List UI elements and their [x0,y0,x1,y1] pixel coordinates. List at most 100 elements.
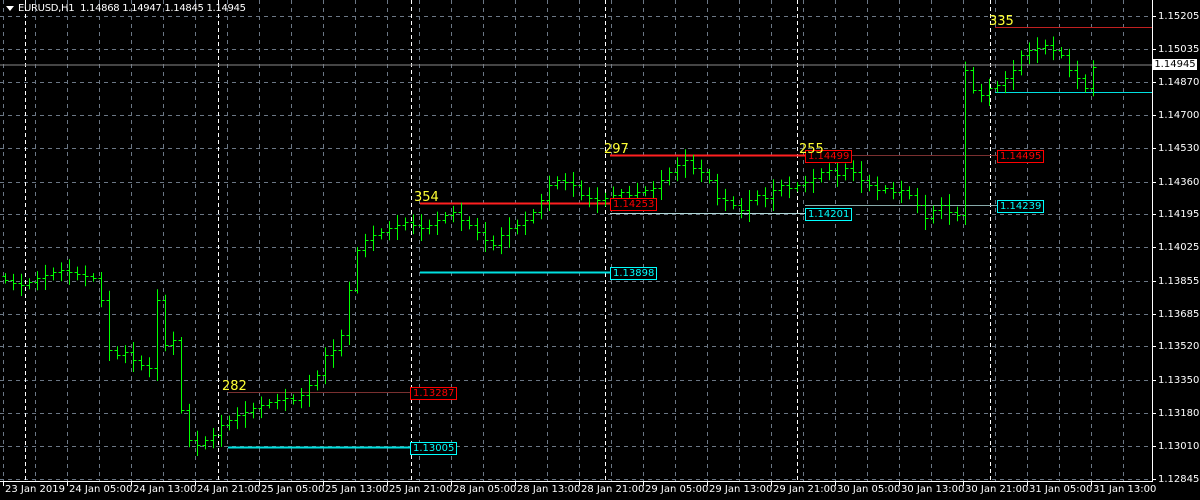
ohlc-bar [970,67,977,94]
price-label: 1.14700 [1158,109,1200,121]
ohlc-bar [378,228,385,240]
grid [0,0,1156,486]
ohlc-bar [690,154,697,175]
ohlc-bar [522,211,529,236]
price-label: 1.13010 [1158,440,1200,452]
ohlc-bar [842,163,849,181]
ohlc-bar [26,278,33,290]
ohlc-bar [426,219,433,235]
ohlc-bar [442,211,449,224]
ohlc-bar [218,414,225,447]
time-label: 31 Jan 13:00 [1093,484,1157,495]
ohlc-bar [538,193,545,220]
ohlc-bar [882,185,889,194]
ohlc-bar [650,181,657,199]
time-label: 29 Jan 21:00 [773,484,837,495]
ohlc-bar [906,186,913,200]
chart-title[interactable]: EURUSD,H1 1.14868 1.14947 1.14845 1.1494… [6,3,246,14]
resistance-price-label: 1.13287 [410,386,458,400]
ohlc-bar [258,396,265,419]
ohlc-bar [1066,48,1073,78]
ohlc-bar [746,190,753,222]
ohlc-bar [874,176,881,201]
ohlc-bar [250,402,257,419]
price-label: 1.13180 [1158,407,1200,419]
ohlc-bar [922,194,929,231]
ohlc-bar [234,407,241,430]
current-price-label: 1.14945 [1153,59,1197,70]
ohlc-bar [1082,74,1089,93]
time-label: 28 Jan 05:00 [453,484,517,495]
symbol-label: EURUSD,H1 [18,3,75,14]
price-label: 1.13520 [1158,340,1200,352]
time-label: 25 Jan 13:00 [325,484,389,495]
ohlc-bar [786,176,793,199]
ohlc-bar [298,388,305,409]
bar-count-label: 354 [414,189,439,205]
ohlc-bar [58,262,65,282]
ohlc-bar [18,273,25,296]
ohlc-bar [114,346,121,360]
price-label: 1.15205 [1158,10,1200,22]
price-chart[interactable] [0,0,1200,500]
ohlc-bar [306,374,313,407]
time-label: 30 Jan 13:00 [901,484,965,495]
ohlc-bar [186,403,193,448]
resistance-price-label: 1.14495 [997,149,1045,163]
ohlc-bar [266,399,273,409]
ohlc-bar [122,345,129,364]
ohlc-bar [722,188,729,212]
ohlc-bar [818,168,825,183]
time-label: 24 Jan 13:00 [133,484,197,495]
resistance-price-label: 1.14253 [610,197,658,211]
ohlc-bar [698,159,705,183]
ohlc-bar [330,339,337,368]
ohlc-bar [714,173,721,206]
day-separators [25,0,991,481]
ohlc-bar [810,168,817,194]
ohlc-bar [458,202,465,232]
ohlc-bar [794,181,801,192]
ohlc-bar [82,265,89,287]
ohlc-bar [578,180,585,201]
price-label: 1.14530 [1158,142,1200,154]
ohlc-bar [826,163,833,181]
price-label: 1.13350 [1158,374,1200,386]
ohlc-bar [346,281,353,346]
ohlc-bar [682,149,689,178]
ohlc-readout: 1.14868 1.14947 1.14845 1.14945 [80,3,246,14]
price-label: 1.13855 [1158,275,1200,287]
ohlc-bar [466,216,473,230]
ohlc-bar [594,187,601,213]
ohlc-bars [2,36,1097,456]
ohlc-bar [210,428,217,449]
time-label: 25 Jan 05:00 [261,484,325,495]
bar-count-label: 297 [604,141,629,157]
ohlc-bar [434,211,441,236]
ohlc-bar [50,267,57,281]
ohlc-bar [106,290,113,362]
ohlc-bar [914,188,921,214]
ohlc-bar [658,170,665,201]
ohlc-bar [954,206,961,222]
price-label: 1.14025 [1158,241,1200,253]
ohlc-bar [146,357,153,378]
ohlc-bar [1050,36,1057,61]
ohlc-bar [490,235,497,251]
ohlc-bar [498,227,505,255]
time-label: 28 Jan 21:00 [581,484,645,495]
time-label: 30 Jan 21:00 [965,484,1029,495]
price-label: 1.14870 [1158,76,1200,88]
time-label: 23 Jan 2019 [5,484,65,495]
bar-count-label: 255 [799,141,824,157]
time-label: 28 Jan 13:00 [517,484,581,495]
bar-count-label: 335 [989,13,1014,29]
ohlc-bar [570,171,577,197]
time-label: 30 Jan 05:00 [837,484,901,495]
ohlc-bar [402,217,409,231]
level-lines [228,27,1152,449]
ohlc-bar [946,194,953,225]
dropdown-triangle-icon[interactable] [6,5,14,11]
ohlc-bar [858,161,865,193]
time-label: 24 Jan 21:00 [197,484,261,495]
